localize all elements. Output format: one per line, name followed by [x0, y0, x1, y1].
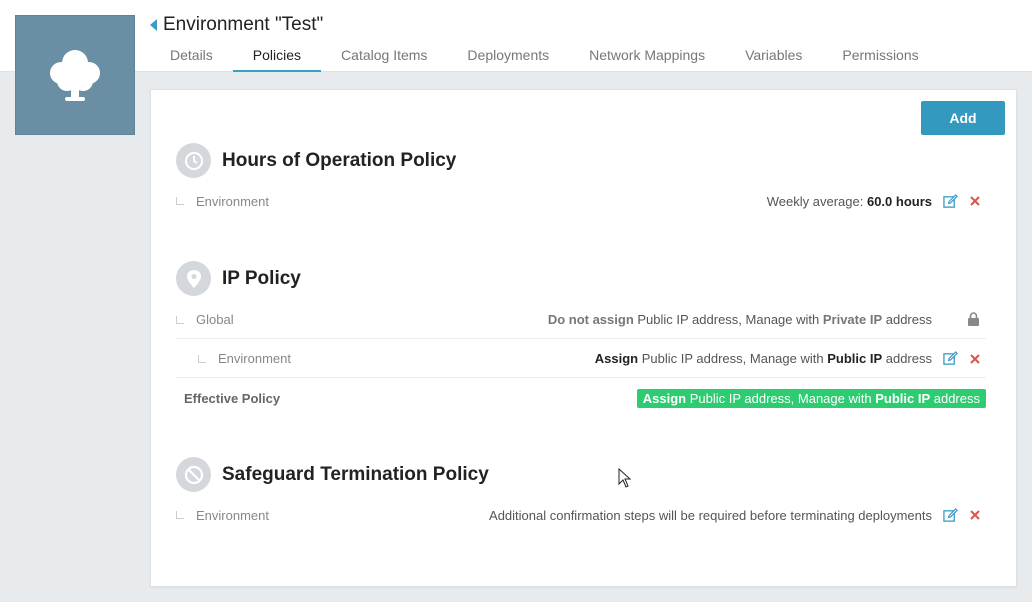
hours-environment-row: Environment Weekly average: 60.0 hours [176, 182, 986, 220]
row-actions [932, 193, 986, 209]
tree-indent [176, 315, 184, 324]
row-value: Additional confirmation steps will be re… [489, 507, 932, 523]
environment-avatar [15, 15, 135, 135]
add-policy-button[interactable]: Add [921, 101, 1005, 135]
tree-indent [176, 197, 184, 205]
row-label: Environment [196, 193, 269, 209]
tab-variables[interactable]: Variables [725, 40, 822, 72]
delete-icon[interactable] [970, 196, 980, 206]
ip-effective-row: Effective Policy Assign Public IP addres… [184, 379, 986, 417]
no-entry-icon [176, 457, 211, 492]
mouse-cursor-icon [618, 467, 632, 493]
row-actions [932, 507, 986, 523]
edit-icon[interactable] [943, 507, 958, 523]
row-value: Do not assign Public IP address, Manage … [547, 312, 932, 327]
row-label: Environment [196, 507, 269, 523]
tab-permissions[interactable]: Permissions [822, 40, 938, 72]
ip-environment-row: Environment Assign Public IP address, Ma… [176, 340, 986, 378]
tab-details[interactable]: Details [150, 40, 233, 72]
location-pin-icon [176, 261, 211, 296]
row-value: Weekly average: 60.0 hours [766, 193, 932, 209]
tree-indent [198, 354, 206, 363]
safeguard-policy-header: Safeguard Termination Policy [176, 457, 489, 492]
edit-icon[interactable] [943, 193, 958, 209]
page-title: Environment "Test" [163, 14, 324, 35]
clock-icon [176, 143, 211, 178]
back-chevron-icon[interactable] [150, 18, 158, 36]
tab-deployments[interactable]: Deployments [447, 40, 569, 72]
effective-policy-badge: Assign Public IP address, Manage with Pu… [636, 388, 986, 408]
safeguard-environment-row: Environment Additional confirmation step… [176, 496, 986, 534]
edit-icon[interactable] [943, 351, 958, 366]
tab-bar: Details Policies Catalog Items Deploymen… [150, 40, 939, 72]
tab-policies[interactable]: Policies [232, 40, 322, 72]
section-title: Safeguard Termination Policy [222, 463, 489, 485]
tab-catalog-items[interactable]: Catalog Items [321, 40, 447, 72]
policies-card: Add Hours of Operation Policy Environmen… [150, 89, 1017, 587]
delete-icon[interactable] [970, 353, 980, 364]
effective-policy-label: Effective Policy [184, 390, 281, 406]
section-title: IP Policy [222, 267, 301, 289]
row-actions [932, 312, 986, 327]
row-actions [932, 351, 986, 366]
hours-policy-header: Hours of Operation Policy [176, 143, 456, 178]
ip-global-row: Global Do not assign Public IP address, … [176, 301, 986, 339]
section-title: Hours of Operation Policy [222, 149, 457, 171]
delete-icon[interactable] [970, 510, 980, 520]
tab-network-mappings[interactable]: Network Mappings [569, 40, 725, 72]
tree-icon [50, 50, 100, 101]
row-label: Global [196, 312, 234, 327]
row-label: Environment [218, 351, 291, 366]
lock-icon [967, 312, 980, 327]
ip-policy-header: IP Policy [176, 261, 301, 296]
row-value: Assign Public IP address, Manage with Pu… [594, 351, 932, 366]
tree-indent [176, 511, 184, 519]
